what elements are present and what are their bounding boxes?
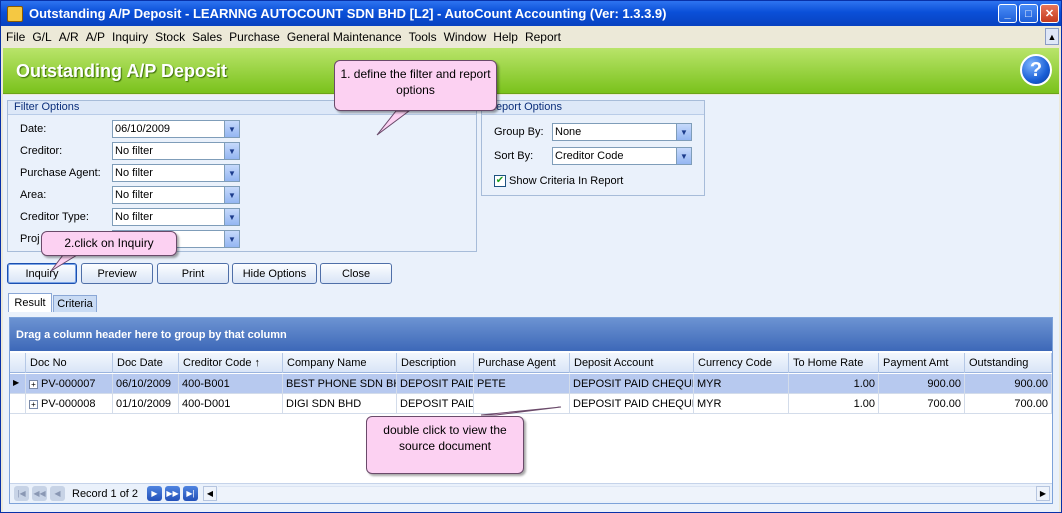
callout-filter-note: 1. define the filter and report options [334, 60, 497, 111]
app-window: Outstanding A/P Deposit - LEARNNG AUTOCO… [0, 0, 1062, 513]
callout-inquiry-note: 2.click on Inquiry [41, 231, 177, 256]
callout-doubleclick-note: double click to view the source document [366, 416, 524, 474]
callout-pointers [50, 110, 562, 416]
